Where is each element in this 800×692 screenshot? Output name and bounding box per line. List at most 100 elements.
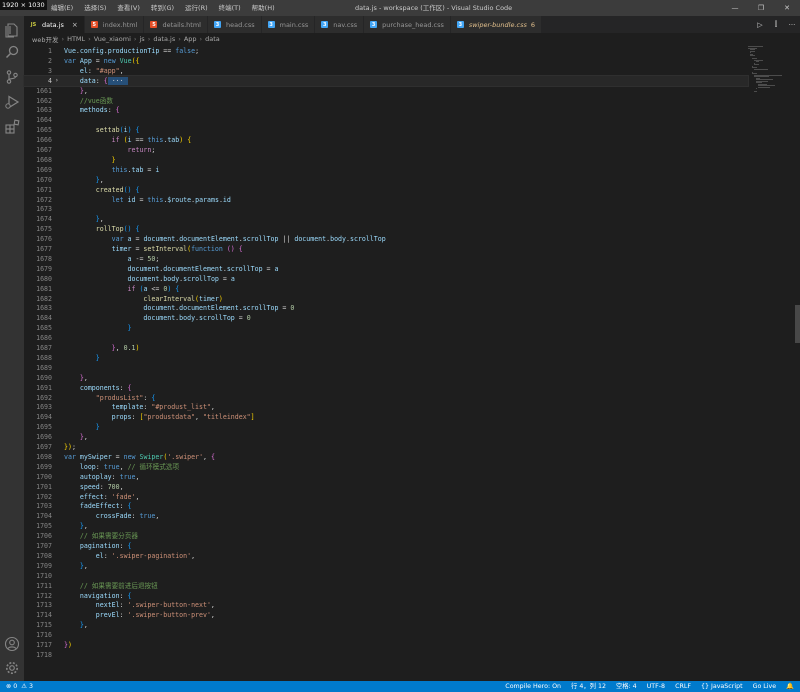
breadcrumb-item[interactable]: Vue_xiaomi (94, 35, 131, 43)
code-line[interactable]: 1674 }, (24, 214, 748, 224)
code-line[interactable]: 1681 if (a <= 0) { (24, 284, 748, 294)
code-line[interactable]: 1708 el: '.swiper-pagination', (24, 551, 748, 561)
code-line[interactable]: 1710 (24, 571, 748, 581)
code-line[interactable]: 1709 }, (24, 561, 748, 571)
breadcrumb-item[interactable]: web开发 (32, 34, 58, 44)
code-line[interactable]: 1715 }, (24, 620, 748, 630)
code-line[interactable]: 1678 a -= 50; (24, 254, 748, 264)
code-line[interactable]: 1702 effect: 'fade', (24, 492, 748, 502)
code-line[interactable]: 1716 (24, 630, 748, 640)
tab-details-html[interactable]: 5 details.html (144, 16, 208, 33)
code-line[interactable]: 1673 (24, 204, 748, 214)
menu-item[interactable]: 运行(R) (185, 0, 208, 16)
code-line[interactable]: 4 › data: { ··· (23, 74, 749, 87)
extensions-icon[interactable] (4, 119, 20, 135)
code-line[interactable]: 1683 document.documentElement.scrollTop … (24, 303, 748, 313)
code-line[interactable]: 1694 props: ["produstdata", "titleindex"… (24, 412, 748, 422)
status-problems[interactable]: ⊗ 0 ⚠ 3 (6, 681, 33, 692)
status-item[interactable]: Compile Hero: On (505, 681, 561, 692)
code-line[interactable]: 1663 methods: { (24, 105, 748, 115)
code-line[interactable]: 1704 crossFade: true, (24, 511, 748, 521)
close-icon[interactable]: × (72, 21, 78, 29)
code-line[interactable]: 1687 }, 0.1) (24, 343, 748, 353)
code-line[interactable]: 1672 let id = this.$route.params.id (24, 195, 748, 205)
code-line[interactable]: 2 var App = new Vue({ (24, 56, 748, 66)
code-line[interactable]: 1714 prevEl: '.swiper-button-prev', (24, 610, 748, 620)
code-line[interactable]: 1667 return; (24, 145, 748, 155)
code-line[interactable]: 1680 document.body.scrollTop = a (24, 274, 748, 284)
code-line[interactable]: 1690 }, (24, 373, 748, 383)
account-icon[interactable] (4, 636, 20, 652)
code-line[interactable]: 1699 loop: true, // 循环模式选项 (24, 462, 748, 472)
source-control-icon[interactable] (4, 69, 20, 85)
close-window-button[interactable]: ✕ (774, 0, 800, 16)
code-line[interactable]: 1668 } (24, 155, 748, 165)
code-line[interactable]: 1718 (24, 650, 748, 660)
vertical-scrollbar[interactable] (792, 45, 800, 681)
code-line[interactable]: 1686 (24, 333, 748, 343)
menu-item[interactable]: 帮助(H) (252, 0, 275, 16)
menu-item[interactable]: 终端(T) (219, 0, 241, 16)
code-line[interactable]: 1685 } (24, 323, 748, 333)
status-item[interactable]: Go Live (753, 681, 777, 692)
code-line[interactable]: 1669 this.tab = i (24, 165, 748, 175)
minimap[interactable] (748, 45, 792, 681)
scrollbar-thumb[interactable] (795, 305, 800, 343)
notification-bell-icon[interactable]: 🔔 (786, 681, 794, 692)
menu-item[interactable]: 转到(G) (151, 0, 174, 16)
code-line[interactable]: 1691 components: { (24, 383, 748, 393)
code-line[interactable]: 1688 } (24, 353, 748, 363)
tab-swiper-bundle-css[interactable]: 3 swiper-bundle.css 6 (450, 16, 543, 33)
code-line[interactable]: 1707 pagination: { (24, 541, 748, 551)
code-line[interactable]: 1689 (24, 363, 748, 373)
status-item[interactable]: {} JavaScript (701, 681, 743, 692)
code-line[interactable]: 1679 document.documentElement.scrollTop … (24, 264, 748, 274)
code-line[interactable]: 1692 "produsList": { (24, 393, 748, 403)
code-line[interactable]: 1695 } (24, 422, 748, 432)
code-line[interactable]: 1717}) (24, 640, 748, 650)
tab-head-css[interactable]: 3 head.css (207, 16, 262, 33)
code-line[interactable]: 1693 template: "#produst_list", (24, 402, 748, 412)
fold-chevron-icon[interactable]: › (55, 76, 59, 86)
menu-item[interactable]: 查看(V) (117, 0, 140, 16)
search-icon[interactable] (4, 44, 20, 60)
code-line[interactable]: 1703 fadeEffect: { (24, 501, 748, 511)
menu-item[interactable]: 选择(S) (84, 0, 106, 16)
status-item[interactable]: 行 4，列 12 (571, 681, 606, 692)
breadcrumb-item[interactable]: data.js (153, 35, 175, 43)
code-line[interactable]: 1662 //vue函数 (24, 96, 748, 106)
status-item[interactable]: 空格: 4 (616, 681, 637, 692)
code-line[interactable]: 3 el: "#app", (24, 66, 748, 76)
code-line[interactable]: 1677 timer = setInterval(function () { (24, 244, 748, 254)
tab-purchase-head-css[interactable]: 3 purchase_head.css (364, 16, 451, 33)
code-line[interactable]: 1661 }, (24, 86, 748, 96)
menu-item[interactable]: 编辑(E) (51, 0, 73, 16)
code-line[interactable]: 1696 }, (24, 432, 748, 442)
more-actions-icon[interactable]: ··· (784, 21, 800, 29)
run-file-icon[interactable]: ▷ (752, 21, 768, 29)
breadcrumb-item[interactable]: js (140, 35, 145, 43)
breadcrumb-item[interactable]: HTML (67, 35, 85, 43)
code-line[interactable]: 1697}); (24, 442, 748, 452)
files-icon[interactable] (4, 22, 20, 38)
code-line[interactable]: 1670 }, (24, 175, 748, 185)
code-editor[interactable]: 1 Vue.config.productionTip == false; 2 var … (23, 45, 749, 681)
code-line[interactable]: 1701 speed: 700, (24, 482, 748, 492)
restore-button[interactable]: ❐ (748, 0, 774, 16)
code-line[interactable]: 1682 clearInterval(timer) (24, 294, 748, 304)
tab-index-html[interactable]: 5 index.html (84, 16, 145, 33)
run-debug-icon[interactable] (4, 94, 20, 110)
code-line[interactable]: 1712 navigation: { (24, 591, 748, 601)
code-line[interactable]: 1671 created() { (24, 185, 748, 195)
code-line[interactable]: 1713 nextEl: '.swiper-button-next', (24, 600, 748, 610)
code-line[interactable]: 1676 var a = document.documentElement.sc… (24, 234, 748, 244)
code-line[interactable]: 1664 (24, 115, 748, 125)
status-item[interactable]: CRLF (675, 681, 691, 692)
code-line[interactable]: 1675 rollTop() { (24, 224, 748, 234)
breadcrumb-item[interactable]: App (184, 35, 197, 43)
code-line[interactable]: 1665 settab(i) { (24, 125, 748, 135)
tab-nav-css[interactable]: 3 nav.css (315, 16, 365, 33)
code-line[interactable]: 1711 // 如果需要前进后退按钮 (24, 581, 748, 591)
split-editor-icon[interactable]: ⫿ (768, 20, 784, 29)
tab-main-css[interactable]: 3 main.css (261, 16, 316, 33)
